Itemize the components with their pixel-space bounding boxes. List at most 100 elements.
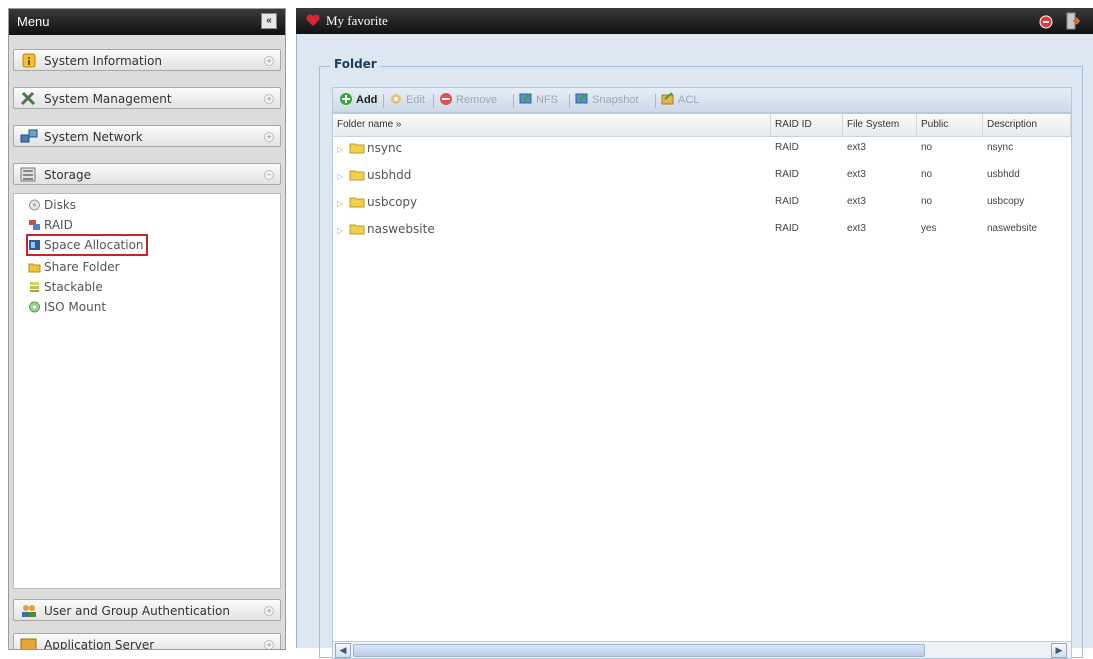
storage-item-label: ISO Mount xyxy=(44,300,107,314)
disk-icon xyxy=(29,199,40,211)
add-button[interactable]: Add xyxy=(339,91,377,109)
section-system-information[interactable]: System Information + xyxy=(13,49,281,71)
expand-icon[interactable]: + xyxy=(264,640,274,649)
section-label: System Network xyxy=(44,130,143,144)
column-public[interactable]: Public xyxy=(917,114,983,136)
expand-icon[interactable]: + xyxy=(264,56,274,66)
storage-item-disks[interactable]: Disks xyxy=(28,196,76,214)
stackable-icon xyxy=(30,282,39,292)
remove-favorite-icon[interactable] xyxy=(1036,12,1054,30)
favorite-bar: My favorite xyxy=(296,8,1093,34)
expand-arrow-icon[interactable]: ▷ xyxy=(337,193,345,215)
section-system-management[interactable]: System Management + xyxy=(13,87,281,109)
storage-icon xyxy=(20,167,36,182)
expand-arrow-icon[interactable]: ▷ xyxy=(337,220,345,242)
storage-item-share-folder[interactable]: Share Folder xyxy=(28,258,120,276)
remove-button[interactable]: Remove xyxy=(439,91,497,109)
snapshot-button[interactable]: Snapshot xyxy=(575,91,638,109)
add-icon xyxy=(340,93,352,105)
file-system-cell: ext3 xyxy=(847,196,866,207)
folder-grid: Folder name » RAID ID File System Public… xyxy=(332,113,1072,659)
storage-item-raid[interactable]: RAID xyxy=(28,216,73,234)
section-application-server[interactable]: Application Server + xyxy=(13,633,281,649)
folder-icon xyxy=(349,224,365,235)
section-label: User and Group Authentication xyxy=(44,604,230,618)
remove-button-label: Remove xyxy=(456,94,497,106)
snapshot-icon xyxy=(575,93,588,104)
public-cell: no xyxy=(921,142,933,153)
favorite-label[interactable]: My favorite xyxy=(326,8,388,34)
storage-item-label: Disks xyxy=(44,198,77,212)
scroll-right-button[interactable]: ▶ xyxy=(1051,643,1067,658)
users-icon xyxy=(22,605,36,617)
scrollbar-thumb[interactable] xyxy=(353,644,925,657)
description-cell: naswebsite xyxy=(987,223,1038,234)
file-system-cell: ext3 xyxy=(847,169,866,180)
column-folder-name[interactable]: Folder name » xyxy=(333,114,771,136)
folder-icon xyxy=(349,197,365,208)
horizontal-scrollbar[interactable]: ◀ ▶ xyxy=(333,641,1071,658)
expand-icon[interactable]: + xyxy=(264,94,274,104)
collapse-icon[interactable]: − xyxy=(264,170,274,180)
toolbar-separator xyxy=(513,94,514,108)
folder-name: usbhdd xyxy=(367,168,412,182)
storage-item-label: RAID xyxy=(44,218,73,232)
storage-item-label: Stackable xyxy=(44,280,103,294)
main-content: Folder Add Edit Remove NFS Snapshot ACL … xyxy=(296,34,1093,659)
storage-item-space-allocation[interactable]: Space Allocation xyxy=(26,234,148,256)
storage-item-stackable[interactable]: Stackable xyxy=(28,278,103,296)
folder-name: nsync xyxy=(367,141,403,155)
collapse-menu-button[interactable]: « xyxy=(261,13,277,29)
toolbar-separator xyxy=(655,94,656,108)
description-cell: usbhdd xyxy=(987,169,1020,180)
file-system-cell: ext3 xyxy=(847,223,866,234)
table-row[interactable]: ▷ nsync RAID ext3 no nsync xyxy=(333,137,1071,159)
expand-arrow-icon[interactable]: ▷ xyxy=(337,139,345,161)
network-icon xyxy=(20,129,38,143)
raid-icon xyxy=(29,220,40,230)
section-system-network[interactable]: System Network + xyxy=(13,125,281,147)
section-user-group-authentication[interactable]: User and Group Authentication + xyxy=(13,599,281,621)
edit-button-label: Edit xyxy=(406,94,425,106)
folder-name-cell: ▷ usbcopy xyxy=(333,191,417,213)
folder-name-cell: ▷ nsync xyxy=(333,137,402,159)
column-raid-id[interactable]: RAID ID xyxy=(771,114,843,136)
expand-icon[interactable]: + xyxy=(264,132,274,142)
expand-arrow-icon[interactable]: ▷ xyxy=(337,166,345,188)
acl-button-label: ACL xyxy=(678,94,700,106)
nfs-button-label: NFS xyxy=(536,94,558,106)
acl-button[interactable]: ACL xyxy=(661,91,699,109)
section-storage[interactable]: Storage − xyxy=(13,163,281,185)
snapshot-button-label: Snapshot xyxy=(592,94,639,106)
table-row[interactable]: ▷ naswebsite RAID ext3 yes naswebsite xyxy=(333,218,1071,240)
edit-button[interactable]: Edit xyxy=(389,91,425,109)
raid-id-cell: RAID xyxy=(775,169,799,180)
table-row[interactable]: ▷ usbcopy RAID ext3 no usbcopy xyxy=(333,191,1071,213)
column-description[interactable]: Description xyxy=(983,114,1071,136)
storage-item-iso-mount[interactable]: ISO Mount xyxy=(28,298,106,316)
description-cell: nsync xyxy=(987,142,1014,153)
folder-icon xyxy=(349,170,365,181)
tools-icon xyxy=(20,91,36,106)
section-label: System Information xyxy=(44,54,163,68)
raid-id-cell: RAID xyxy=(775,196,799,207)
grid-header: Folder name » RAID ID File System Public… xyxy=(333,114,1071,137)
app-server-icon xyxy=(20,638,37,649)
folder-legend: Folder xyxy=(330,57,381,71)
storage-submenu: Disks RAID Space Allocation Share Folder… xyxy=(13,193,281,589)
folder-name-cell: ▷ naswebsite xyxy=(333,218,435,240)
logout-icon[interactable] xyxy=(1066,12,1080,30)
storage-item-label: Share Folder xyxy=(44,260,120,274)
info-icon xyxy=(22,53,36,68)
folder-toolbar: Add Edit Remove NFS Snapshot ACL xyxy=(332,87,1072,113)
column-file-system[interactable]: File System xyxy=(843,114,917,136)
table-row[interactable]: ▷ usbhdd RAID ext3 no usbhdd xyxy=(333,164,1071,186)
description-cell: usbcopy xyxy=(987,196,1025,207)
nfs-button[interactable]: NFS xyxy=(519,91,558,109)
iso-mount-icon xyxy=(29,301,40,313)
storage-item-label: Space Allocation xyxy=(44,238,144,252)
remove-icon xyxy=(440,93,452,105)
expand-icon[interactable]: + xyxy=(264,606,274,616)
scroll-left-button[interactable]: ◀ xyxy=(335,643,351,658)
edit-icon xyxy=(391,94,401,104)
